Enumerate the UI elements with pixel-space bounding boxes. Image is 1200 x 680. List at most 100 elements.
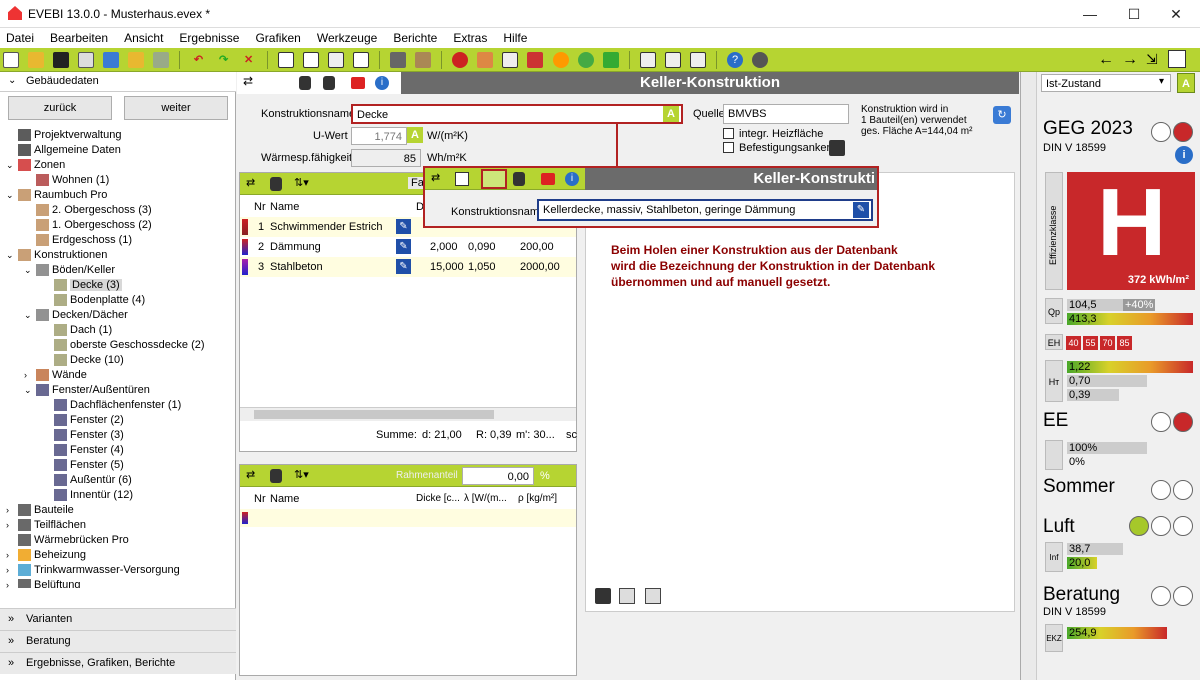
tool-icon[interactable] xyxy=(153,52,170,68)
tree-item[interactable]: › Beheizung xyxy=(6,548,86,562)
tree-item[interactable]: › Wände xyxy=(24,368,87,382)
chevron-right-icon[interactable]: › xyxy=(24,368,36,382)
popup-name-input[interactable]: Kellerdecke, massiv, Stahlbeton, geringe… xyxy=(537,199,873,221)
new-file-icon[interactable] xyxy=(3,52,19,68)
scrollbar[interactable] xyxy=(1021,72,1037,680)
database-load-icon[interactable] xyxy=(481,169,507,189)
document-icon[interactable] xyxy=(277,52,294,68)
edit-icon[interactable]: ✎ xyxy=(396,239,411,254)
minimize-icon[interactable]: — xyxy=(1080,4,1100,24)
tree-item[interactable]: › Teilflächen xyxy=(6,518,86,532)
heat-icon[interactable] xyxy=(452,52,469,68)
zustand-select[interactable]: Ist-Zustand xyxy=(1041,74,1171,92)
sidebar-header[interactable]: ⌄ Gebäudedaten xyxy=(0,72,236,92)
forward-arrow-icon[interactable]: → xyxy=(1122,51,1138,69)
tree-item[interactable]: Bodenplatte (4) xyxy=(42,293,145,307)
tree-item[interactable]: ⌄ Fenster/Außentüren xyxy=(24,383,150,397)
menu-item[interactable]: Bearbeiten xyxy=(50,28,108,48)
menu-item[interactable]: Ergebnisse xyxy=(179,28,239,48)
anchor-icon[interactable] xyxy=(829,140,845,156)
tree-item[interactable]: › Trinkwarmwasser-Versorgung xyxy=(6,563,180,577)
quelle-input[interactable]: BMVBS xyxy=(723,104,849,124)
video-icon[interactable] xyxy=(351,77,365,89)
transfer-icon[interactable]: ⇄ xyxy=(246,176,255,189)
close-icon[interactable]: ✕ xyxy=(1166,4,1186,24)
print-icon[interactable] xyxy=(664,52,681,68)
waerme-value[interactable]: 85 xyxy=(351,149,421,167)
redo-icon[interactable]: ↷ xyxy=(216,52,232,68)
tree-item[interactable]: 2. Obergeschoss (3) xyxy=(24,203,152,217)
chevron-right-icon[interactable]: › xyxy=(6,548,18,562)
tree-item[interactable]: › Bauteile xyxy=(6,503,74,517)
database-icon[interactable] xyxy=(270,469,282,483)
tree-item[interactable]: Fenster (4) xyxy=(42,443,124,457)
tree-item[interactable]: Wärmebrücken Pro xyxy=(6,533,129,547)
anker-checkbox[interactable] xyxy=(723,142,734,153)
transfer-icon[interactable]: ⇄ xyxy=(246,468,255,481)
tree-item[interactable]: ⌄ Böden/Keller xyxy=(24,263,115,277)
tree-item[interactable]: Innentür (12) xyxy=(42,488,133,502)
help-icon[interactable]: ? xyxy=(727,52,743,68)
tree-item[interactable]: Fenster (5) xyxy=(42,458,124,472)
energy-icon[interactable] xyxy=(602,52,619,68)
refresh-icon[interactable]: ↻ xyxy=(993,106,1011,124)
menu-item[interactable]: Hilfe xyxy=(503,28,527,48)
import-icon[interactable] xyxy=(103,52,120,68)
network-icon[interactable] xyxy=(390,52,407,68)
edit-icon[interactable]: ✎ xyxy=(853,202,869,218)
copy-icon[interactable] xyxy=(78,52,95,68)
menu-item[interactable]: Berichte xyxy=(393,28,437,48)
settings-icon[interactable] xyxy=(752,52,769,68)
print-icon[interactable] xyxy=(619,588,635,604)
heizflaeche-checkbox[interactable] xyxy=(723,128,734,139)
database-load-icon[interactable] xyxy=(323,76,335,90)
chevron-right-icon[interactable]: › xyxy=(6,563,18,577)
transfer-icon[interactable]: ⇄ xyxy=(431,171,440,184)
copy-icon[interactable] xyxy=(455,172,469,186)
tree-item[interactable]: Decke (10) xyxy=(42,353,124,367)
maximize-icon[interactable]: ☐ xyxy=(1124,4,1144,24)
tree-item[interactable]: Fenster (3) xyxy=(42,428,124,442)
menu-item[interactable]: Werkzeuge xyxy=(317,28,377,48)
database-icon[interactable] xyxy=(299,76,311,90)
database-icon[interactable] xyxy=(270,177,282,191)
tree-item[interactable]: ⌄ Raumbuch Pro xyxy=(6,188,107,202)
chart-icon[interactable] xyxy=(1168,50,1186,68)
chevron-down-icon[interactable]: ▾ xyxy=(1159,76,1164,87)
tree-item[interactable]: Dach (1) xyxy=(42,323,112,337)
sidebar-section-ergebnisse[interactable]: » Ergebnisse, Grafiken, Berichte xyxy=(0,652,236,674)
export-icon[interactable] xyxy=(128,52,145,68)
edit-icon[interactable]: ✎ xyxy=(396,219,411,234)
transfer-icon[interactable]: ⇄ xyxy=(243,74,253,88)
tree-item[interactable]: 1. Obergeschoss (2) xyxy=(24,218,152,232)
construction-name-input[interactable]: Decke xyxy=(351,104,683,124)
h-scrollbar[interactable] xyxy=(240,407,576,421)
table-row[interactable]: 3 Stahlbeton 15,000 1,050 2000,00 ✎ xyxy=(240,257,576,277)
tree-item[interactable]: ⌄ Zonen xyxy=(6,158,65,172)
menu-item[interactable]: Datei xyxy=(6,28,34,48)
info-icon[interactable]: i xyxy=(375,76,389,90)
favorite-icon[interactable]: ⇲ xyxy=(1146,51,1158,68)
info-icon[interactable]: i xyxy=(565,172,579,186)
sun-icon[interactable] xyxy=(552,52,569,68)
save-icon[interactable] xyxy=(595,588,611,604)
calculator-icon[interactable] xyxy=(639,52,656,68)
chevron-down-icon[interactable]: ⌄ xyxy=(24,263,36,277)
tree-item[interactable]: ⌄ Decken/Dächer xyxy=(24,308,128,322)
tree-item[interactable]: Decke (3) xyxy=(42,278,122,292)
meter-icon[interactable] xyxy=(502,52,519,68)
reorder-icon[interactable]: ⇅▾ xyxy=(294,468,309,481)
open-folder-icon[interactable] xyxy=(28,52,45,68)
tree-item[interactable]: Fenster (2) xyxy=(42,413,124,427)
tree-item[interactable]: Wohnen (1) xyxy=(24,173,109,187)
frame-input[interactable]: 0,00 xyxy=(462,467,534,485)
menu-item[interactable]: Grafiken xyxy=(255,28,300,48)
plug-icon[interactable] xyxy=(527,52,544,68)
back-button[interactable]: zurück xyxy=(8,96,112,120)
table-row[interactable] xyxy=(240,509,576,527)
database-icon[interactable] xyxy=(513,172,525,186)
chevron-right-icon[interactable]: › xyxy=(6,578,18,588)
building-icon[interactable] xyxy=(415,52,432,68)
list-icon[interactable] xyxy=(302,52,319,68)
report-icon[interactable] xyxy=(352,52,369,68)
